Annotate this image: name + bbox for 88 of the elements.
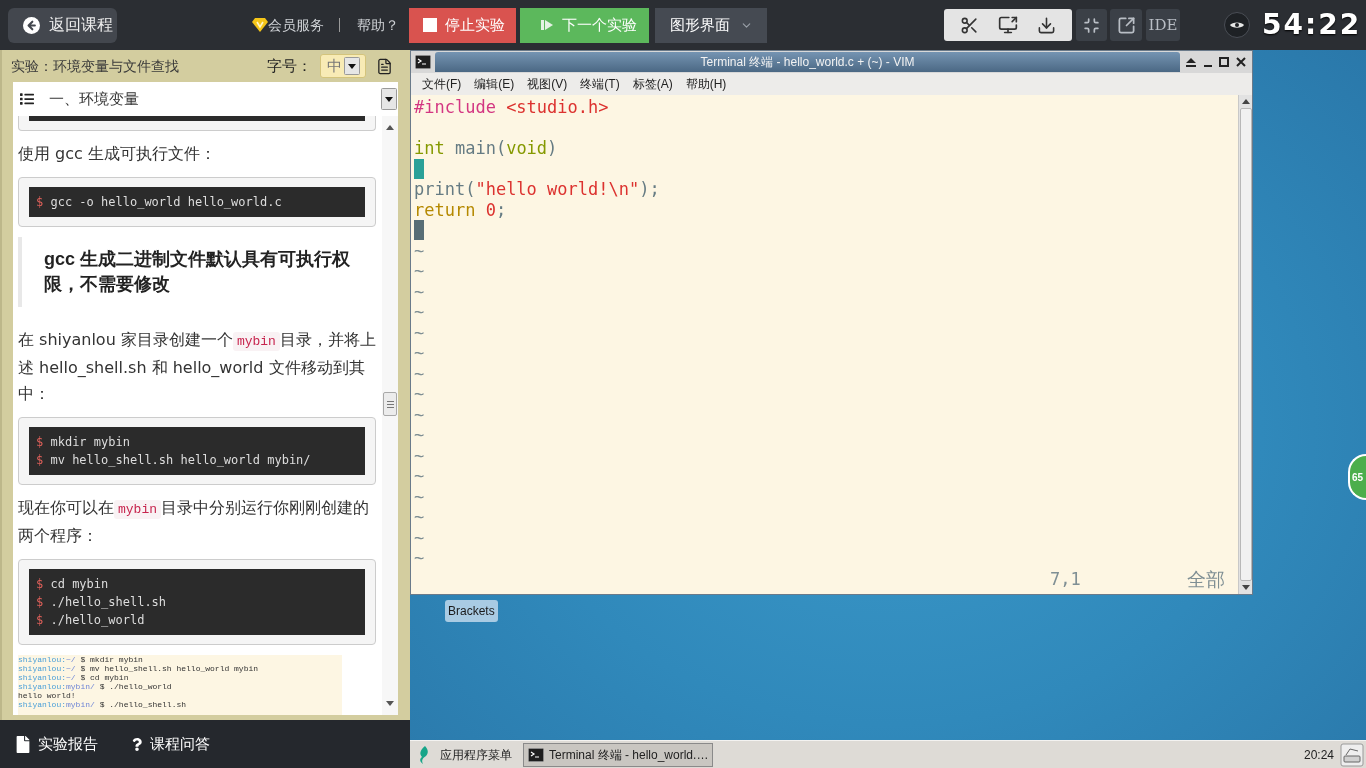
font-size-select[interactable]: 中 bbox=[320, 54, 366, 78]
code-line: $ ./hello_world bbox=[36, 612, 145, 629]
empty-line-tilde: ~ bbox=[414, 466, 425, 486]
terminal-icon bbox=[415, 55, 431, 69]
list-icon bbox=[19, 92, 35, 106]
stop-icon bbox=[423, 18, 437, 32]
stop-button[interactable]: 停止实验 bbox=[409, 7, 516, 43]
taskbar-task[interactable]: Terminal 终端 - hello_world.… bbox=[523, 742, 714, 767]
skip-forward-icon bbox=[541, 19, 553, 31]
paragraph: 使用 gcc 生成可执行文件： bbox=[18, 143, 217, 165]
app-menu-button[interactable]: 应用程序菜单 bbox=[418, 745, 512, 764]
empty-line-tilde: ~ bbox=[414, 404, 425, 425]
empty-line-tilde: ~ bbox=[414, 240, 425, 261]
code-line: $ gcc -o hello_world hello_world.c bbox=[36, 194, 282, 211]
empty-line-tilde: ~ bbox=[414, 527, 425, 548]
menu-item[interactable]: 帮助(H) bbox=[685, 75, 727, 93]
shade-icon[interactable] bbox=[1186, 57, 1197, 67]
report-link[interactable]: 实验报告 bbox=[16, 732, 98, 756]
compress-icon bbox=[1083, 16, 1100, 34]
scroll-up-icon[interactable] bbox=[1241, 99, 1250, 104]
scroll-down-icon[interactable] bbox=[1241, 585, 1250, 590]
scrollbar-thumb[interactable] bbox=[383, 392, 397, 416]
terminal-icon bbox=[528, 747, 544, 762]
empty-line-tilde: ~ bbox=[414, 384, 425, 404]
empty-line-tilde: ~ bbox=[414, 507, 425, 527]
menu-item[interactable]: 视图(V) bbox=[527, 75, 568, 93]
download-icon[interactable] bbox=[1037, 15, 1057, 35]
font-size-label: 字号： bbox=[267, 55, 312, 76]
window-title: Terminal 终端 - hello_world.c + (~) - VIM bbox=[435, 52, 1180, 72]
empty-line-tilde: ~ bbox=[414, 425, 425, 445]
tray-icon[interactable] bbox=[1340, 742, 1364, 767]
empty-line-tilde: ~ bbox=[414, 322, 425, 343]
code-line: $ cd mybin bbox=[36, 576, 109, 593]
diamond-icon bbox=[252, 18, 268, 32]
ide-button[interactable]: IDE bbox=[1146, 9, 1180, 41]
screenshot-line: hello world! bbox=[18, 691, 76, 700]
code-line: int main(void) bbox=[414, 138, 558, 159]
leaf-icon bbox=[418, 745, 430, 764]
desktop-icon-label[interactable]: Brackets bbox=[445, 600, 498, 622]
lab-title: 实验：环境变量与文件查找 bbox=[11, 56, 179, 76]
countdown-timer: 54:22 bbox=[1262, 7, 1362, 43]
paragraph: 在 shiyanlou 家目录创建一个 mybin 目录，并将上述 hello_shell.sh 和 hello_world 文件移动到其中： bbox=[18, 329, 376, 405]
screenshot-line: shiyanlou:~/ $ mv hello_shell.sh hello_world mybin bbox=[18, 664, 259, 673]
empty-line-tilde: ~ bbox=[414, 343, 425, 363]
external-link-button[interactable] bbox=[1110, 9, 1142, 41]
screenshot-line: shiyanlou:mybin/ $ ./hello_world bbox=[18, 682, 172, 691]
screen-share-icon[interactable] bbox=[998, 15, 1018, 35]
menu-item[interactable]: 编辑(E) bbox=[474, 75, 515, 93]
compress-button[interactable] bbox=[1076, 9, 1107, 41]
empty-line-tilde: ~ bbox=[414, 281, 425, 302]
empty-line-tilde: ~ bbox=[414, 548, 425, 568]
code-line: $ mv hello_shell.sh hello_world mybin/ bbox=[36, 452, 311, 469]
code-line: $ mkdir mybin bbox=[36, 434, 130, 451]
maximize-icon[interactable] bbox=[1219, 57, 1230, 67]
menu-item[interactable]: 标签(A) bbox=[632, 75, 673, 93]
close-icon[interactable] bbox=[1235, 57, 1246, 67]
clock: 20:24 bbox=[1303, 746, 1334, 764]
code-line: #include <studio.h> bbox=[414, 97, 609, 118]
code-line: $ ./hello_shell.sh bbox=[36, 594, 167, 611]
screenshot-line: shiyanlou:~/ $ cd mybin bbox=[18, 673, 129, 682]
document-icon[interactable] bbox=[376, 56, 393, 76]
menu-item[interactable]: 文件(F) bbox=[422, 75, 462, 93]
empty-line-tilde: ~ bbox=[414, 445, 425, 466]
document-icon bbox=[16, 735, 30, 753]
cursor-position: 7,1 bbox=[1050, 568, 1081, 589]
qa-link[interactable]: 课程问答 bbox=[132, 732, 210, 756]
empty-line-tilde: ~ bbox=[414, 486, 425, 507]
vip-link[interactable]: 会员服务 bbox=[252, 14, 324, 36]
scroll-position: 全部 bbox=[1187, 568, 1225, 589]
screenshot-line: shiyanlou:~/ $ mkdir mybin bbox=[18, 655, 143, 664]
external-link-icon bbox=[1116, 15, 1136, 35]
empty-line-tilde: ~ bbox=[414, 363, 425, 384]
help-link[interactable]: 帮助？ bbox=[357, 14, 399, 36]
empty-line-tilde: ~ bbox=[414, 261, 425, 281]
menu-item[interactable]: 终端(T) bbox=[580, 75, 620, 93]
paragraph: 现在你可以在 mybin 目录中分别运行你刚刚创建的两个程序： bbox=[18, 497, 370, 547]
empty-line-tilde: ~ bbox=[414, 302, 425, 322]
scroll-down-icon[interactable] bbox=[386, 701, 394, 706]
eye-icon[interactable] bbox=[1224, 12, 1250, 38]
scissors-icon[interactable] bbox=[959, 15, 979, 35]
scroll-up-icon[interactable] bbox=[386, 125, 394, 130]
mode-select[interactable]: 图形界面 bbox=[655, 7, 767, 43]
question-icon bbox=[132, 737, 142, 751]
code-line: print("hello world!\n"); bbox=[414, 179, 660, 200]
back-button[interactable]: 返回课程 bbox=[8, 7, 117, 43]
screenshot-line: shiyanlou:mybin/ $ ./hello_shell.sh bbox=[18, 700, 187, 709]
code-line: return 0; bbox=[414, 199, 507, 220]
blockquote: gcc 生成二进制文件默认具有可执行权限，不需要修改 bbox=[18, 237, 376, 307]
